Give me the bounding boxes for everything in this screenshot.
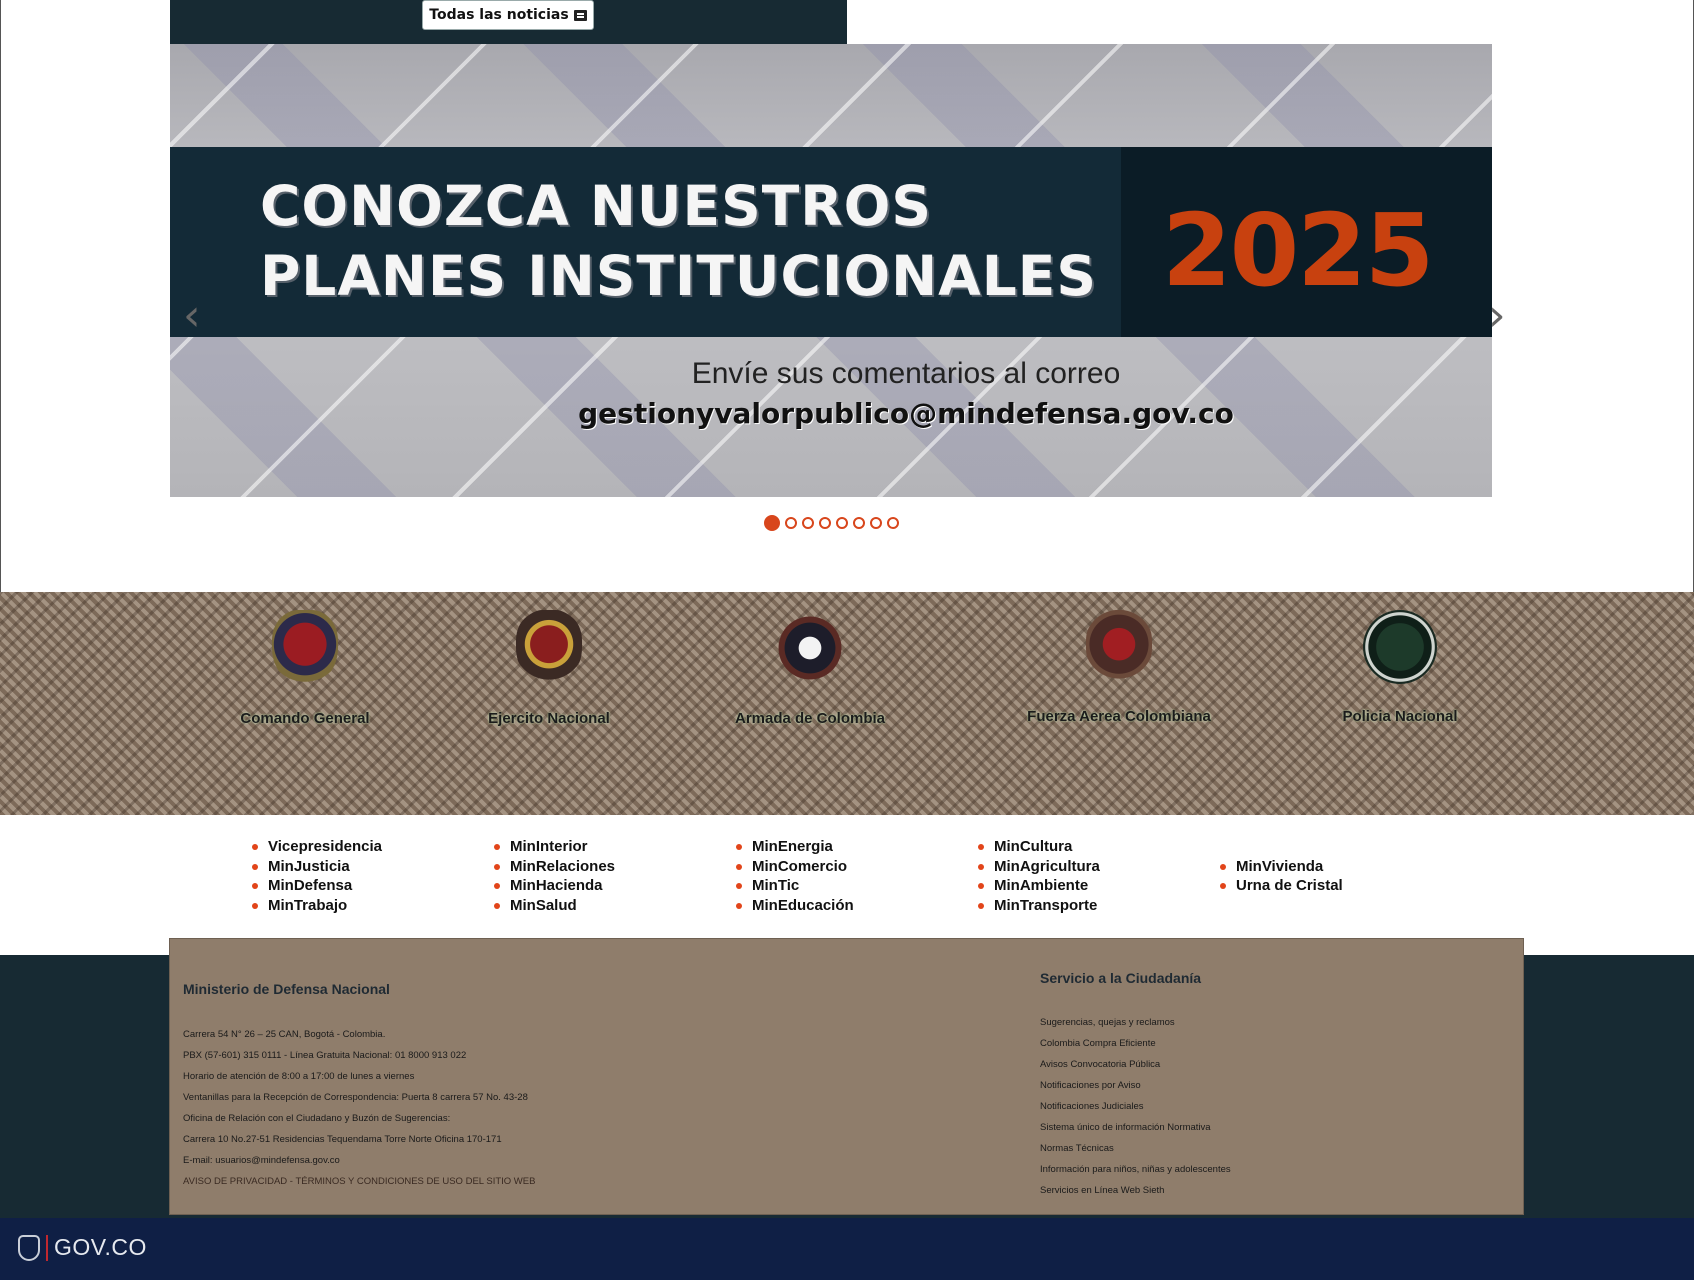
ministry-link[interactable]: MinTrabajo bbox=[250, 896, 382, 916]
service-link[interactable]: Notificaciones por Aviso bbox=[1040, 1080, 1141, 1091]
armed-forces-band: Comando General Ejercito Nacional Armada… bbox=[0, 592, 1694, 815]
force-name: Comando General bbox=[240, 710, 370, 727]
gov-co-bar: GOV.CO bbox=[0, 1218, 1694, 1280]
ministry-link[interactable]: MinDefensa bbox=[250, 876, 382, 896]
ministry-link[interactable]: MinCultura bbox=[976, 837, 1100, 857]
banner-year: 2025 bbox=[1162, 192, 1434, 309]
all-news-label: Todas las noticias bbox=[429, 7, 569, 23]
footer-address: Carrera 54 N° 26 – 25 CAN, Bogotá - Colo… bbox=[183, 1029, 386, 1040]
force-name: Fuerza Aerea Colombiana bbox=[1027, 708, 1211, 725]
ministry-link[interactable]: MinAgricultura bbox=[976, 857, 1100, 877]
footer-service-title: Servicio a la Ciudadanía bbox=[1040, 970, 1202, 986]
carousel-dot[interactable] bbox=[836, 517, 848, 529]
service-link[interactable]: Avisos Convocatoria Pública bbox=[1040, 1059, 1160, 1070]
service-link[interactable]: Sistema único de información Normativa bbox=[1040, 1122, 1211, 1133]
ministries-column-5: MinVivienda Urna de Cristal bbox=[1218, 857, 1343, 896]
ministry-link[interactable]: MinEnergia bbox=[734, 837, 854, 857]
footer-org-name: Ministerio de Defensa Nacional bbox=[183, 981, 390, 997]
footer-correspondence: Ventanillas para la Recepción de Corresp… bbox=[183, 1092, 528, 1103]
service-link[interactable]: Información para niños, niñas y adolesce… bbox=[1040, 1164, 1231, 1175]
ministries-column-2: MinInterior MinRelaciones MinHacienda Mi… bbox=[492, 837, 615, 915]
ministry-link[interactable]: MinInterior bbox=[492, 837, 615, 857]
service-link[interactable]: Normas Técnicas bbox=[1040, 1143, 1114, 1154]
ministry-link[interactable]: Urna de Cristal bbox=[1218, 876, 1343, 896]
footer-office-address: Carrera 10 No.27-51 Residencias Tequenda… bbox=[183, 1134, 502, 1145]
carousel-dot[interactable] bbox=[764, 515, 780, 531]
ministry-link[interactable]: Vicepresidencia bbox=[250, 837, 382, 857]
footer-office: Oficina de Relación con el Ciudadano y B… bbox=[183, 1113, 451, 1124]
carousel-next-arrow-icon[interactable]: › bbox=[1488, 290, 1506, 341]
ministry-link[interactable]: MinSalud bbox=[492, 896, 615, 916]
comando-general-emblem-icon bbox=[272, 610, 338, 686]
carousel-prev-arrow-icon[interactable]: ‹ bbox=[183, 290, 201, 341]
ministry-link[interactable]: MinRelaciones bbox=[492, 857, 615, 877]
service-link[interactable]: Notificaciones Judiciales bbox=[1040, 1101, 1144, 1112]
fac-emblem-icon bbox=[1086, 610, 1152, 686]
ministries-links: Vicepresidencia MinJusticia MinDefensa M… bbox=[0, 815, 1694, 955]
ministry-link[interactable]: MinAmbiente bbox=[976, 876, 1100, 896]
ministry-link[interactable]: MinHacienda bbox=[492, 876, 615, 896]
footer-phone: PBX (57-601) 315 0111 - Línea Gratuita N… bbox=[183, 1050, 467, 1061]
colombia-shield-icon bbox=[18, 1234, 40, 1261]
banner-email: gestionyvalorpublico@mindefensa.gov.co bbox=[578, 397, 1234, 430]
carousel-dot[interactable] bbox=[819, 517, 831, 529]
banner-title-line2: PLANES INSTITUCIONALES bbox=[260, 244, 1097, 308]
carousel-dot[interactable] bbox=[802, 517, 814, 529]
ejercito-emblem-icon bbox=[516, 610, 582, 686]
logo-divider bbox=[46, 1234, 48, 1261]
ministries-column-1: Vicepresidencia MinJusticia MinDefensa M… bbox=[250, 837, 382, 915]
newspaper-icon bbox=[573, 9, 587, 21]
force-policia[interactable]: Policia Nacional bbox=[1290, 610, 1510, 725]
ministries-column-3: MinEnergia MinComercio MinTic MinEducaci… bbox=[734, 837, 854, 915]
footer-email-link[interactable]: E-mail: usuarios@mindefensa.gov.co bbox=[183, 1155, 340, 1166]
policia-emblem-icon bbox=[1363, 610, 1437, 684]
force-ejercito[interactable]: Ejercito Nacional bbox=[439, 610, 659, 727]
service-link[interactable]: Colombia Compra Eficiente bbox=[1040, 1038, 1156, 1049]
ministry-link[interactable]: MinComercio bbox=[734, 857, 854, 877]
ministries-column-4: MinCultura MinAgricultura MinAmbiente Mi… bbox=[976, 837, 1100, 915]
gov-co-label: GOV.CO bbox=[54, 1234, 147, 1260]
service-link[interactable]: Sugerencias, quejas y reclamos bbox=[1040, 1017, 1175, 1028]
all-news-button[interactable]: Todas las noticias bbox=[422, 0, 594, 30]
carousel-dot[interactable] bbox=[853, 517, 865, 529]
footer: Ministerio de Defensa Nacional Carrera 5… bbox=[169, 938, 1524, 1215]
force-fac[interactable]: Fuerza Aerea Colombiana bbox=[1009, 610, 1229, 725]
force-name: Ejercito Nacional bbox=[488, 710, 610, 727]
carousel-dot[interactable] bbox=[870, 517, 882, 529]
footer-privacy-link[interactable]: AVISO DE PRIVACIDAD - TÉRMINOS Y CONDICI… bbox=[183, 1176, 535, 1187]
carousel-dot[interactable] bbox=[887, 517, 899, 529]
gov-co-logo[interactable]: GOV.CO bbox=[18, 1234, 147, 1261]
banner-title-line1: CONOZCA NUESTROS bbox=[260, 174, 932, 238]
ministry-link[interactable]: MinJusticia bbox=[250, 857, 382, 877]
banner-carousel[interactable]: CONOZCA NUESTROS PLANES INSTITUCIONALES … bbox=[170, 44, 1492, 497]
service-link[interactable]: Servicios en Línea Web Sieth bbox=[1040, 1185, 1164, 1196]
carousel-dot[interactable] bbox=[785, 517, 797, 529]
force-name: Armada de Colombia bbox=[734, 710, 886, 727]
ministry-link[interactable]: MinTic bbox=[734, 876, 854, 896]
force-name: Policia Nacional bbox=[1342, 708, 1458, 725]
ministry-link[interactable]: MinVivienda bbox=[1218, 857, 1343, 877]
footer-hours: Horario de atención de 8:00 a 17:00 de l… bbox=[183, 1071, 415, 1082]
ministry-link[interactable]: MinEducación bbox=[734, 896, 854, 916]
banner-comment-text: Envíe sus comentarios al correo bbox=[691, 357, 1121, 390]
force-comando-general[interactable]: Comando General bbox=[195, 610, 415, 727]
carousel-indicators bbox=[764, 515, 899, 531]
force-armada[interactable]: Armada de Colombia bbox=[700, 610, 920, 727]
ministry-link[interactable]: MinTransporte bbox=[976, 896, 1100, 916]
armada-emblem-icon bbox=[777, 610, 843, 686]
